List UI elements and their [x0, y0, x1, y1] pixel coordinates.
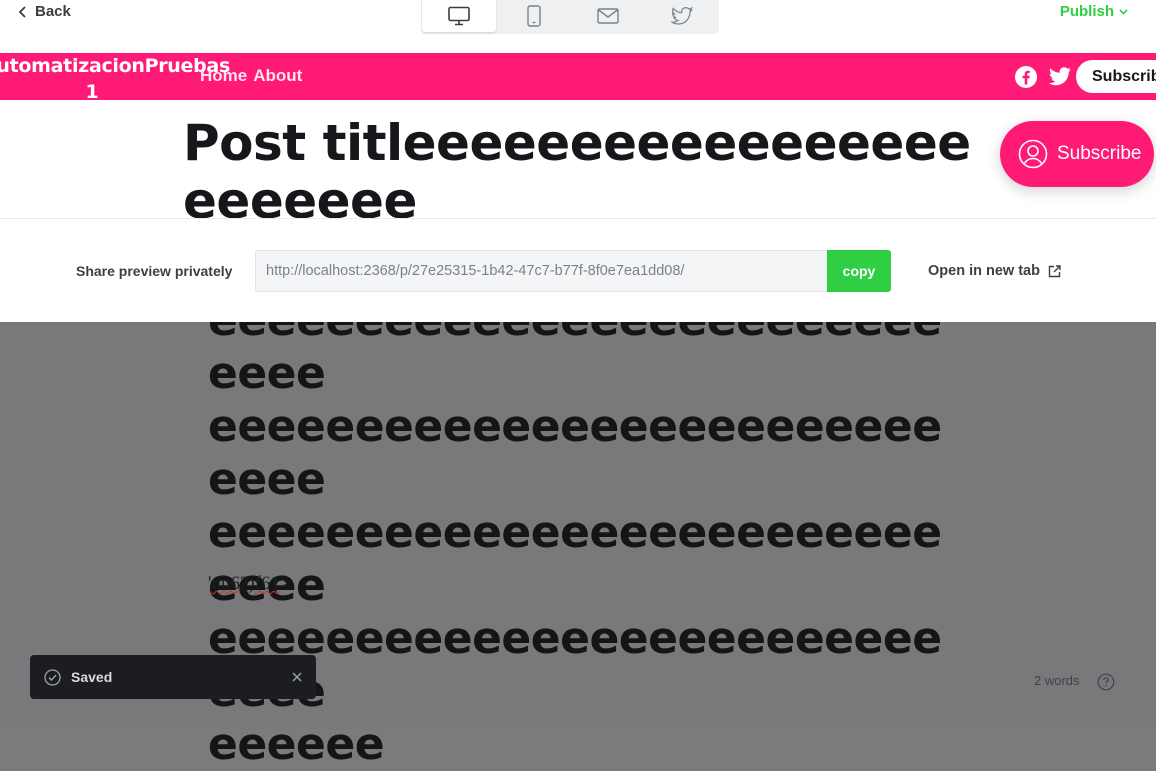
- nav-link-about[interactable]: About: [253, 66, 302, 86]
- post-title-text: Post titleeeeeeeeeeeeeeeeeeeeeeee: [183, 114, 971, 218]
- user-circle-icon: [1018, 139, 1048, 169]
- open-in-new-tab-link[interactable]: Open in new tab: [928, 263, 1061, 279]
- publish-button[interactable]: Publish: [1060, 3, 1128, 20]
- title-line: eeeeeeeeeeeeeeeeeeeeeeeeeeeee: [208, 507, 942, 611]
- publish-label: Publish: [1059, 3, 1114, 20]
- facebook-icon[interactable]: [1014, 65, 1038, 89]
- title-line: eeeeeeeeeeeeeeeeeeeeeeeeeeeee: [208, 401, 942, 505]
- word-count: 2 words: [1034, 673, 1080, 688]
- open-tab-label: Open in new tab: [928, 263, 1040, 279]
- external-link-icon: [1048, 264, 1061, 277]
- nav-subscribe-button[interactable]: Subscribe: [1076, 60, 1156, 93]
- preview-url-input[interactable]: [255, 250, 828, 292]
- title-line: eeeeeeeeeeeeeeeeeeeeeeeeeeeee: [208, 613, 942, 717]
- back-button[interactable]: Back: [18, 3, 71, 20]
- close-icon[interactable]: [292, 672, 302, 682]
- body-suffix: >: [280, 573, 291, 594]
- site-title[interactable]: AutomatizacionPruebas 1: [0, 53, 230, 105]
- social-links: [1014, 65, 1072, 89]
- chevron-down-icon: [1119, 8, 1128, 15]
- desktop-icon: [448, 6, 470, 26]
- back-label: Back: [35, 3, 71, 20]
- misspelled-word: f61: [254, 573, 281, 594]
- title-line: eeeeee: [208, 719, 385, 770]
- misspelled-word: nu6: [211, 573, 240, 594]
- nav-links: Home About: [200, 66, 302, 86]
- device-tabs: [421, 0, 719, 34]
- tab-email[interactable]: [571, 0, 645, 32]
- site-preview-content: Post titleeeeeeeeeeeeeeeeeeeeeeee Subscr…: [0, 100, 1156, 218]
- post-body-editor[interactable]: 'nu6?)f61>: [208, 573, 291, 595]
- mobile-icon: [527, 5, 541, 27]
- tab-twitter[interactable]: [645, 0, 719, 32]
- tab-desktop[interactable]: [422, 0, 496, 32]
- saved-toast: Saved: [30, 655, 316, 699]
- floating-subscribe-label: Subscribe: [1057, 143, 1142, 164]
- share-label: Share preview privately: [76, 263, 233, 279]
- post-title: Post titleeeeeeeeeeeeeeeeeeeeeeee: [183, 114, 983, 218]
- copy-button[interactable]: copy: [827, 250, 891, 292]
- tab-mobile[interactable]: [497, 0, 571, 32]
- twitter-icon: [671, 6, 693, 25]
- post-title-editor[interactable]: eeee eeeeeeeeeeeeeeeeeeeeeeeee eeee eeeeee…: [208, 294, 968, 771]
- nav-link-home[interactable]: Home: [200, 66, 247, 86]
- body-middle: ?): [239, 573, 255, 594]
- email-icon: [597, 8, 619, 24]
- floating-subscribe-button[interactable]: Subscribe: [1000, 121, 1154, 187]
- site-navbar: AutomatizacionPruebas 1 Home About Subsc…: [0, 53, 1156, 103]
- help-icon[interactable]: [1097, 673, 1115, 691]
- preview-topbar: Back Publish: [0, 0, 1156, 53]
- share-preview-bar: Share preview privately copy Open in new…: [0, 218, 1156, 322]
- chevron-left-icon: [18, 5, 26, 18]
- twitter-icon[interactable]: [1048, 67, 1072, 87]
- check-circle-icon: [44, 668, 61, 686]
- toast-message: Saved: [71, 669, 113, 685]
